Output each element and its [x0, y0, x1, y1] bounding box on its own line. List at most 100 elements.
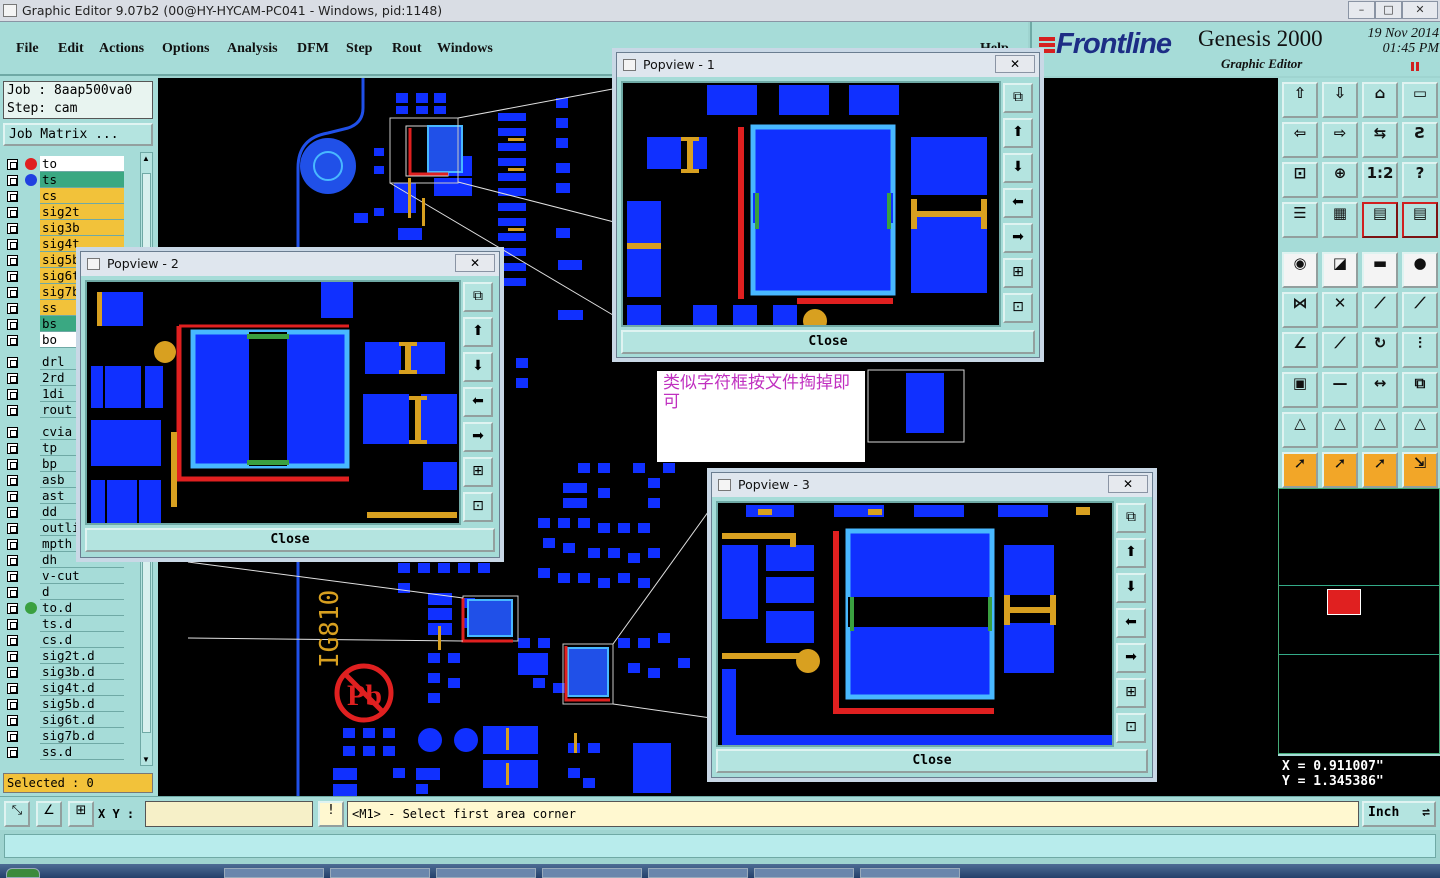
layer-checkbox[interactable] — [7, 373, 18, 384]
zoom-out-icon[interactable]: ⊡ — [1116, 713, 1146, 743]
taskbar-item[interactable] — [648, 868, 748, 878]
tool-button-12[interactable]: ? — [1402, 162, 1438, 198]
layer-name[interactable]: to.d — [40, 600, 124, 616]
tool-button-17[interactable]: ◉ — [1282, 252, 1318, 288]
layer-checkbox[interactable] — [7, 405, 18, 416]
snap-icon[interactable]: ⤡ — [4, 801, 30, 827]
maximize-button[interactable]: □ — [1375, 1, 1402, 19]
layer-row-sig5b.d[interactable]: sig5b.d — [3, 696, 140, 712]
tool-button-16[interactable]: ▤ — [1402, 202, 1438, 238]
layer-checkbox[interactable] — [7, 667, 18, 678]
zoom-out-icon[interactable]: ⊡ — [463, 492, 493, 522]
pause-icon[interactable] — [1411, 62, 1414, 71]
menu-options[interactable]: Options — [162, 41, 209, 57]
tool-button-14[interactable]: ▦ — [1322, 202, 1358, 238]
menu-dfm[interactable]: DFM — [297, 41, 329, 57]
taskbar-item[interactable] — [542, 868, 642, 878]
layer-checkbox[interactable] — [7, 699, 18, 710]
overview-preview[interactable] — [1278, 488, 1440, 754]
tool-button-38[interactable]: ➚ — [1322, 452, 1358, 488]
layer-checkbox[interactable] — [7, 587, 18, 598]
popview-3-close-button[interactable]: Close — [716, 749, 1148, 773]
layer-checkbox[interactable] — [7, 475, 18, 486]
job-matrix-button[interactable]: Job Matrix ... — [3, 123, 153, 146]
pan-right-icon[interactable]: ➡ — [1003, 223, 1033, 253]
layer-row-sig4t[interactable]: sig4t — [3, 236, 140, 252]
zoom-home-icon[interactable]: ⧉ — [463, 282, 493, 312]
tool-button-31[interactable]: ↔ — [1362, 372, 1398, 408]
menu-analysis[interactable]: Analysis — [227, 41, 278, 57]
popview-1-view[interactable] — [621, 81, 1001, 327]
layer-row-ts[interactable]: ts — [3, 172, 140, 188]
tool-button-19[interactable]: ▬ — [1362, 252, 1398, 288]
tool-button-24[interactable]: ⟋ — [1402, 292, 1438, 328]
layer-row-to[interactable]: to — [3, 156, 140, 172]
layer-name[interactable]: ts.d — [40, 616, 124, 632]
layer-row-to.d[interactable]: to.d — [3, 600, 140, 616]
start-button[interactable] — [6, 868, 40, 878]
menu-edit[interactable]: Edit — [58, 41, 84, 57]
taskbar-item[interactable] — [754, 868, 854, 878]
tool-button-28[interactable]: ⫶ — [1402, 332, 1438, 368]
tool-button-9[interactable]: ⊡ — [1282, 162, 1318, 198]
layer-row-sig7b.d[interactable]: sig7b.d — [3, 728, 140, 744]
layer-row-sig2t[interactable]: sig2t — [3, 204, 140, 220]
layer-name[interactable]: cs.d — [40, 632, 124, 648]
layer-checkbox[interactable] — [7, 507, 18, 518]
pan-down-icon[interactable]: ⬇ — [1116, 573, 1146, 603]
layer-checkbox[interactable] — [7, 223, 18, 234]
layer-checkbox[interactable] — [7, 731, 18, 742]
tool-button-39[interactable]: ➚ — [1362, 452, 1398, 488]
grid-icon[interactable]: ⊞ — [68, 801, 94, 827]
tool-button-20[interactable]: ● — [1402, 252, 1438, 288]
tool-button-7[interactable]: ⇆ — [1362, 122, 1398, 158]
pan-right-icon[interactable]: ➡ — [463, 422, 493, 452]
tool-button-5[interactable]: ⇦ — [1282, 122, 1318, 158]
tool-button-22[interactable]: ✕ — [1322, 292, 1358, 328]
tool-button-35[interactable]: △ — [1362, 412, 1398, 448]
tool-button-30[interactable]: — — [1322, 372, 1358, 408]
tool-button-4[interactable]: ▭ — [1402, 82, 1438, 118]
layer-row-sig4t.d[interactable]: sig4t.d — [3, 680, 140, 696]
layer-checkbox[interactable] — [7, 443, 18, 454]
alert-icon[interactable]: ! — [318, 801, 344, 827]
pan-down-icon[interactable]: ⬇ — [1003, 153, 1033, 183]
unit-selector[interactable]: Inch ⇌ — [1362, 801, 1436, 827]
layer-name[interactable]: sig2t.d — [40, 648, 124, 664]
tool-button-23[interactable]: ⟋ — [1362, 292, 1398, 328]
menu-actions[interactable]: Actions — [99, 41, 144, 57]
tool-button-33[interactable]: △ — [1282, 412, 1318, 448]
layer-row-sig3b.d[interactable]: sig3b.d — [3, 664, 140, 680]
tool-button-36[interactable]: △ — [1402, 412, 1438, 448]
tool-button-21[interactable]: ⋈ — [1282, 292, 1318, 328]
angle-icon[interactable]: ∠ — [36, 801, 62, 827]
layer-checkbox[interactable] — [7, 239, 18, 250]
tool-button-10[interactable]: ⊕ — [1322, 162, 1358, 198]
menu-windows[interactable]: Windows — [437, 41, 493, 57]
popview-2-view[interactable] — [85, 280, 461, 525]
menu-rout[interactable]: Rout — [392, 41, 422, 57]
scroll-up-icon[interactable]: ▲ — [142, 154, 151, 163]
layer-name[interactable]: v-cut — [40, 568, 124, 584]
layer-checkbox[interactable] — [7, 287, 18, 298]
zoom-out-icon[interactable]: ⊡ — [1003, 293, 1033, 323]
popview-1-close-button[interactable]: Close — [621, 330, 1035, 354]
layer-checkbox[interactable] — [7, 523, 18, 534]
layer-checkbox[interactable] — [7, 715, 18, 726]
layer-checkbox[interactable] — [7, 747, 18, 758]
popview-2-close-button[interactable]: Close — [85, 528, 495, 552]
layer-row-sig6t.d[interactable]: sig6t.d — [3, 712, 140, 728]
layer-name[interactable]: sig6t.d — [40, 712, 124, 728]
layer-row-sig3b[interactable]: sig3b — [3, 220, 140, 236]
layer-checkbox[interactable] — [7, 619, 18, 630]
zoom-in-icon[interactable]: ⊞ — [1003, 258, 1033, 288]
layer-name[interactable]: to — [40, 156, 124, 172]
tool-button-27[interactable]: ↻ — [1362, 332, 1398, 368]
pan-right-icon[interactable]: ➡ — [1116, 643, 1146, 673]
tool-button-1[interactable]: ⇧ — [1282, 82, 1318, 118]
layer-checkbox[interactable] — [7, 335, 18, 346]
pan-left-icon[interactable]: ⬅ — [463, 387, 493, 417]
layer-row-cs.d[interactable]: cs.d — [3, 632, 140, 648]
layer-checkbox[interactable] — [7, 427, 18, 438]
tool-button-3[interactable]: ⌂ — [1362, 82, 1398, 118]
